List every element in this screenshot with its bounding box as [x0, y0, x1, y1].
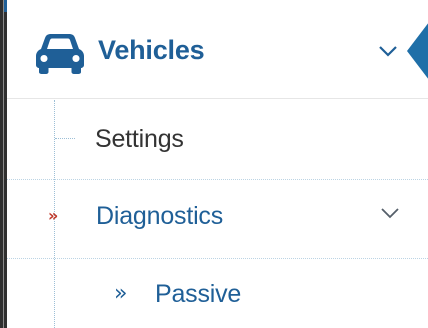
double-angle-right-icon: » [48, 206, 59, 225]
active-indicator-diamond [407, 23, 428, 79]
tree-connector [55, 138, 75, 139]
chevron-down-icon[interactable] [380, 206, 400, 220]
nav-item-passive-label: Passive [155, 280, 242, 308]
double-angle-right-icon: » [114, 281, 128, 306]
car-icon [36, 34, 84, 74]
sidebar-nav: Vehicles Settings » Diagnostics » Passiv… [0, 0, 428, 328]
border-inner-line [3, 0, 4, 328]
nav-item-settings[interactable] [7, 99, 428, 180]
chevron-down-icon[interactable] [378, 44, 398, 58]
nav-item-vehicles-label: Vehicles [98, 35, 205, 65]
nav-item-settings-label: Settings [95, 125, 184, 153]
sidebar-left-border [0, 0, 7, 328]
nav-item-diagnostics-label: Diagnostics [96, 202, 224, 230]
